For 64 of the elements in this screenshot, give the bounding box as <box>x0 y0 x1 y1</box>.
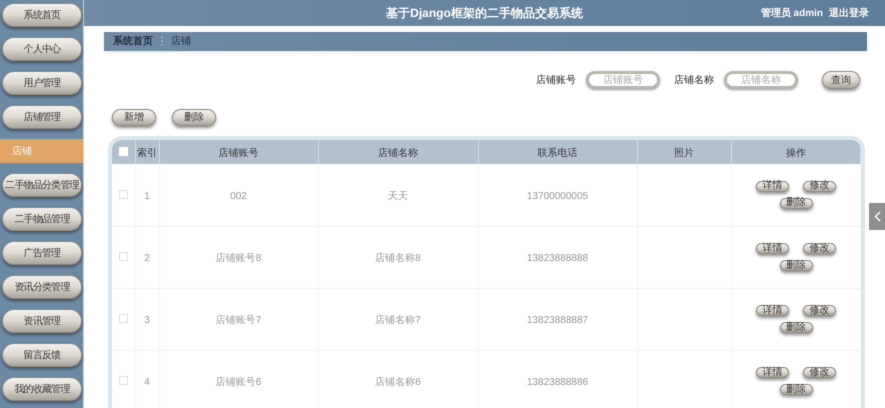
column-header: 店铺名称 <box>378 148 418 159</box>
sidebar-item[interactable]: 系统首页 <box>2 3 82 27</box>
table-cell: 1 <box>144 190 150 202</box>
delete-button[interactable]: 删除 <box>780 322 812 333</box>
edit-button[interactable]: 修改 <box>803 180 836 192</box>
sidebar-item[interactable]: 店铺管理 <box>2 105 82 129</box>
add-button[interactable]: 新增 <box>112 109 156 126</box>
search-button[interactable]: 查询 <box>822 71 860 89</box>
breadcrumb-link[interactable]: 系统首页 <box>113 34 153 49</box>
column-header: 索引 <box>137 148 157 159</box>
edit-button[interactable]: 修改 <box>803 243 836 254</box>
table-cell: 店铺账号8 <box>216 253 262 264</box>
delete-button[interactable]: 删除 <box>780 198 812 209</box>
details-button[interactable]: 详情 <box>756 243 789 254</box>
user-label: 管理员 admin <box>760 6 823 20</box>
table-cell: 店铺名称7 <box>375 315 421 326</box>
sidebar-item[interactable]: 用户管理 <box>2 71 82 95</box>
details-button[interactable]: 详情 <box>756 305 789 316</box>
search-field[interactable]: 店铺名称 <box>724 71 798 89</box>
table-cell: 002 <box>230 190 247 202</box>
checkbox[interactable] <box>118 376 128 386</box>
sidebar-item[interactable]: 广告管理 <box>2 241 82 265</box>
table-cell: 13823888888 <box>526 253 588 264</box>
field-label: 店铺名称 <box>674 74 714 88</box>
checkbox[interactable] <box>118 190 128 200</box>
collapse-tab[interactable] <box>869 203 885 230</box>
field-label: 店铺账号 <box>536 74 576 88</box>
table-cell: 店铺名称8 <box>375 253 421 264</box>
edit-button[interactable]: 修改 <box>803 367 836 378</box>
search-field[interactable]: 店铺账号 <box>586 71 660 89</box>
sidebar-item[interactable]: 留言反馈 <box>2 343 82 367</box>
table-cell: 3 <box>144 315 150 326</box>
breadcrumb-separator: ⋮ <box>157 35 167 49</box>
table-cell: 2 <box>144 253 150 264</box>
sidebar-item[interactable]: 二手物品管理 <box>2 207 82 231</box>
app-title: 基于Django框架的二手物品交易系统 <box>386 5 583 22</box>
sidebar-item[interactable]: 二手物品分类管理 <box>2 173 82 197</box>
table-cell: 天天 <box>388 190 408 202</box>
details-button[interactable]: 详情 <box>756 367 789 378</box>
table-cell: 13823888887 <box>526 315 588 326</box>
checkbox[interactable] <box>118 252 128 262</box>
column-header: 照片 <box>674 148 694 159</box>
breadcrumb-current: 店铺 <box>171 34 191 49</box>
column-header: 店铺账号 <box>218 148 258 159</box>
table-cell: 13700000005 <box>526 190 588 202</box>
sidebar-item[interactable]: 个人中心 <box>2 37 82 61</box>
details-button[interactable]: 详情 <box>756 180 789 192</box>
table-cell: 店铺名称6 <box>375 377 421 388</box>
delete-button[interactable]: 删除 <box>780 260 812 271</box>
chevron-left-icon <box>874 211 880 222</box>
logout-link[interactable]: 退出登录 <box>829 6 869 20</box>
checkbox[interactable] <box>118 314 128 324</box>
edit-button[interactable]: 修改 <box>803 305 836 316</box>
table-cell: 4 <box>144 377 150 388</box>
table-cell: 店铺账号6 <box>216 377 262 388</box>
sidebar-item[interactable]: 我的收藏管理 <box>2 377 82 401</box>
column-header: 操作 <box>786 148 806 159</box>
delete-button[interactable]: 删除 <box>172 109 216 126</box>
delete-button[interactable]: 删除 <box>780 384 812 395</box>
column-header: 联系电话 <box>538 148 578 159</box>
table-cell: 13823888886 <box>526 377 588 388</box>
table-cell: 店铺账号7 <box>216 315 262 326</box>
sidebar-item[interactable]: 资讯分类管理 <box>2 275 82 299</box>
sidebar-item[interactable]: 资讯管理 <box>2 309 82 333</box>
